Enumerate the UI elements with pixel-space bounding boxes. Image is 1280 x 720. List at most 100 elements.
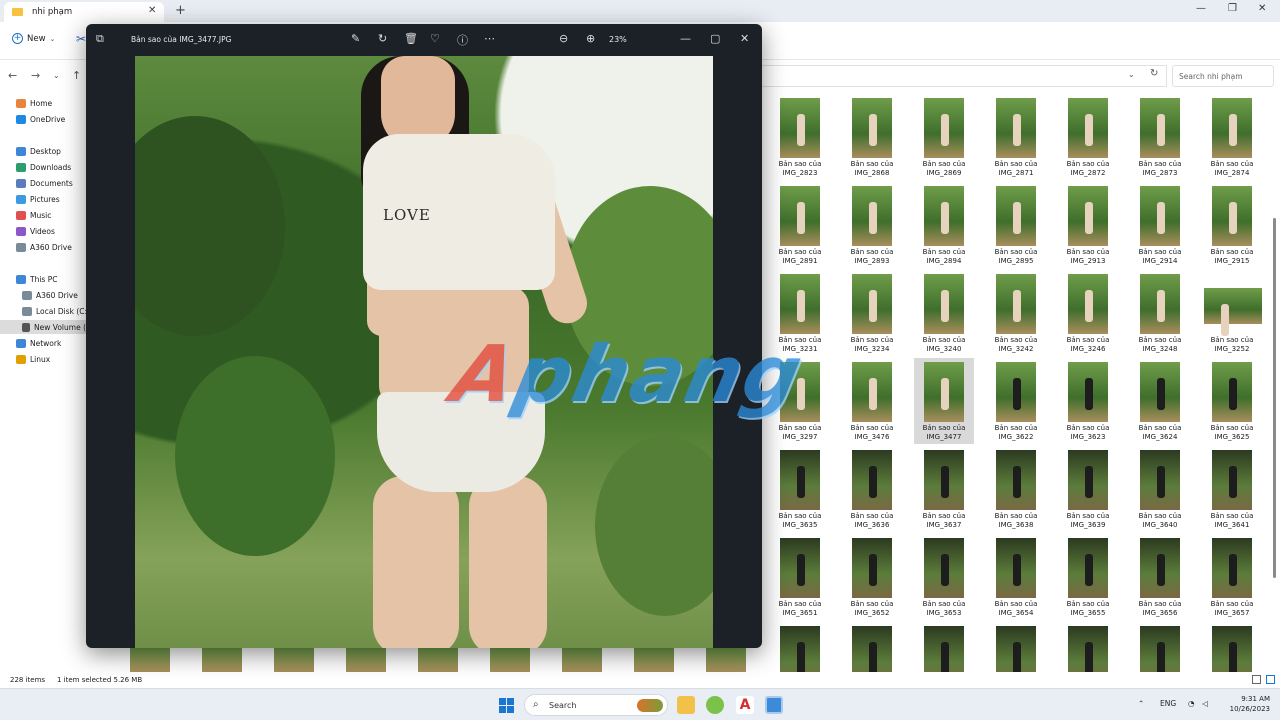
tray-overflow-icon[interactable]: ⌃ [1138,699,1144,708]
edit-image-icon[interactable]: ✎ [351,32,360,45]
zoom-in-icon[interactable]: ⊕ [586,32,595,45]
maximize-icon[interactable]: ▢ [710,32,720,45]
file-item[interactable]: Bản sao của IMG_3654 [986,534,1046,620]
search-input[interactable]: Search nhi phạm [1172,65,1274,87]
file-item[interactable]: Bản sao của IMG_2869 [914,94,974,180]
sidebar-item[interactable]: Linux [16,352,50,366]
delete-icon[interactable]: 🗑 [404,32,418,45]
filmstrip-thumbnail[interactable] [562,648,602,672]
sidebar-item[interactable]: This PC [16,272,57,286]
file-explorer-taskbar-icon[interactable] [677,696,695,714]
thumbnails-view-icon[interactable] [1266,675,1275,684]
file-item[interactable]: Bản sao của IMG_3477 [914,358,974,444]
autocad-taskbar-icon[interactable]: A [736,696,754,714]
browser-taskbar-icon[interactable] [706,696,724,714]
filmstrip-thumbnail[interactable] [202,648,242,672]
sidebar-item[interactable]: Local Disk (C:) [22,304,90,318]
file-item[interactable]: Bản sao của IMG_2913 [1058,182,1118,268]
file-item[interactable]: Bản sao của IMG_3623 [1058,358,1118,444]
file-item[interactable]: Bản sao của IMG_3624 [1130,358,1190,444]
file-item[interactable]: Bản sao của IMG_3651 [770,534,830,620]
gallery-icon[interactable]: ⧉ [96,32,104,46]
maximize-icon[interactable]: ❐ [1228,3,1237,14]
file-item[interactable] [842,622,902,672]
recent-chevron-icon[interactable]: ⌄ [53,71,60,80]
file-item[interactable]: Bản sao của IMG_3639 [1058,446,1118,532]
more-options-icon[interactable]: ⋯ [484,32,495,45]
file-item[interactable]: Bản sao của IMG_3635 [770,446,830,532]
file-item[interactable]: Bản sao của IMG_3625 [1202,358,1262,444]
filmstrip-thumbnail[interactable] [346,648,386,672]
cut-icon[interactable]: ✂ [76,32,86,46]
back-icon[interactable]: ← [8,69,17,82]
file-item[interactable]: Bản sao của IMG_3637 [914,446,974,532]
sidebar-item[interactable]: OneDrive [16,112,65,126]
file-item[interactable] [914,622,974,672]
file-item[interactable]: Bản sao của IMG_3656 [1130,534,1190,620]
volume-icon[interactable]: ◁ [1202,699,1208,708]
file-item[interactable]: Bản sao của IMG_3240 [914,270,974,356]
file-item[interactable]: Bản sao của IMG_3653 [914,534,974,620]
wifi-icon[interactable]: ◔ [1188,699,1195,708]
sidebar-item[interactable]: Downloads [16,160,71,174]
sidebar-item[interactable]: Network [16,336,61,350]
filmstrip-thumbnail[interactable] [706,648,746,672]
address-dropdown-icon[interactable]: ⌄ [1128,70,1135,79]
file-item[interactable]: Bản sao của IMG_2891 [770,182,830,268]
file-item[interactable]: Bản sao của IMG_3640 [1130,446,1190,532]
sidebar-item[interactable]: Videos [16,224,55,238]
rotate-icon[interactable]: ↻ [378,32,387,45]
taskbar-search[interactable]: ⌕ Search [524,694,668,716]
file-item[interactable]: Bản sao của IMG_2895 [986,182,1046,268]
minimize-icon[interactable]: — [680,32,691,45]
tab-nhi-pham[interactable]: nhi phạm ✕ [4,2,164,22]
photos-taskbar-icon[interactable] [765,696,783,714]
close-window-icon[interactable]: ✕ [740,32,749,45]
clock[interactable]: 9:31 AM 10/26/2023 [1222,694,1270,714]
file-item[interactable]: Bản sao của IMG_2893 [842,182,902,268]
filmstrip-thumbnail[interactable] [490,648,530,672]
file-item[interactable]: Bản sao của IMG_2873 [1130,94,1190,180]
close-window-icon[interactable]: ✕ [1258,3,1266,14]
file-item[interactable]: Bản sao của IMG_2894 [914,182,974,268]
sidebar-item[interactable]: Music [16,208,51,222]
filmstrip-thumbnail[interactable] [130,648,170,672]
file-item[interactable]: Bản sao của IMG_2874 [1202,94,1262,180]
sidebar-item[interactable]: Home [16,96,52,110]
file-item[interactable]: Bản sao của IMG_3234 [842,270,902,356]
new-button[interactable]: + New ⌄ [12,33,55,44]
file-item[interactable]: Bản sao của IMG_3657 [1202,534,1262,620]
forward-icon[interactable]: → [31,69,40,82]
refresh-icon[interactable]: ↻ [1150,68,1158,79]
sidebar-item[interactable]: New Volume ( [0,320,86,334]
sidebar-item[interactable]: Pictures [16,192,60,206]
file-item[interactable]: Bản sao của IMG_3248 [1130,270,1190,356]
up-icon[interactable]: ↑ [72,69,81,82]
file-item[interactable]: Bản sao của IMG_2914 [1130,182,1190,268]
sidebar-item[interactable]: A360 Drive [22,288,78,302]
file-item[interactable]: Bản sao của IMG_3636 [842,446,902,532]
sidebar-item[interactable]: A360 Drive [16,240,72,254]
close-tab-icon[interactable]: ✕ [148,5,156,16]
file-item[interactable]: Bản sao của IMG_3638 [986,446,1046,532]
start-button[interactable] [499,698,514,713]
zoom-out-icon[interactable]: ⊖ [559,32,568,45]
file-item[interactable]: Bản sao của IMG_2868 [842,94,902,180]
file-item[interactable]: Bản sao của IMG_2915 [1202,182,1262,268]
sidebar-item[interactable]: Documents [16,176,73,190]
file-item[interactable] [770,622,830,672]
scrollbar[interactable] [1272,92,1278,672]
file-item[interactable]: Bản sao của IMG_2872 [1058,94,1118,180]
file-item[interactable]: Bản sao của IMG_3655 [1058,534,1118,620]
details-view-icon[interactable] [1252,675,1261,684]
file-item[interactable] [1130,622,1190,672]
favorite-icon[interactable]: ♡ [430,32,440,45]
file-item[interactable]: Bản sao của IMG_2871 [986,94,1046,180]
filmstrip-thumbnail[interactable] [274,648,314,672]
file-item[interactable]: Bản sao của IMG_3622 [986,358,1046,444]
sidebar-item[interactable]: Desktop [16,144,61,158]
file-item[interactable]: Bản sao của IMG_2823 [770,94,830,180]
filmstrip-thumbnail[interactable] [634,648,674,672]
scrollbar-thumb[interactable] [1273,218,1276,578]
file-item[interactable]: Bản sao của IMG_3246 [1058,270,1118,356]
